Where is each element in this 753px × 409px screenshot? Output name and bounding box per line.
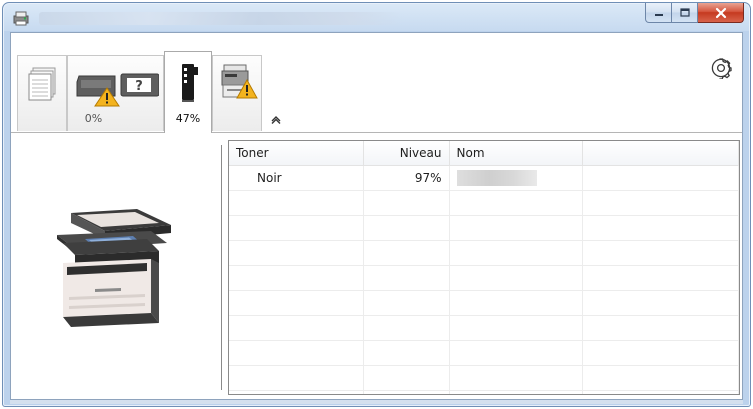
empty-cell bbox=[229, 390, 364, 394]
table-row[interactable]: Noir 97% bbox=[229, 165, 739, 191]
empty-table-row bbox=[229, 390, 739, 394]
empty-cell bbox=[582, 340, 739, 366]
window-bottom-edge bbox=[10, 400, 743, 404]
multifunction-printer-image bbox=[57, 209, 171, 327]
empty-cell bbox=[449, 340, 583, 366]
empty-cell bbox=[363, 315, 450, 341]
pane-divider[interactable] bbox=[221, 145, 222, 390]
empty-cell bbox=[582, 215, 739, 241]
empty-cell bbox=[449, 265, 583, 291]
status-tabs-toolbar: ? 0% 47% bbox=[11, 33, 742, 133]
close-button[interactable] bbox=[698, 3, 744, 23]
empty-cell bbox=[449, 390, 583, 394]
caption-buttons bbox=[645, 3, 744, 24]
empty-table-row bbox=[229, 215, 739, 241]
maximize-button[interactable] bbox=[672, 3, 698, 23]
printer-warning-icon bbox=[221, 64, 258, 99]
consumables-table: Toner Niveau Nom Noir 97% bbox=[228, 140, 740, 395]
empty-cell bbox=[229, 290, 364, 316]
empty-cell bbox=[363, 290, 450, 316]
table-filler-cell bbox=[582, 165, 739, 191]
empty-cell bbox=[449, 215, 583, 241]
empty-cell bbox=[229, 240, 364, 266]
minimize-icon bbox=[654, 13, 663, 16]
empty-cell bbox=[449, 190, 583, 216]
app-printer-icon bbox=[13, 11, 29, 26]
empty-cell bbox=[229, 215, 364, 241]
empty-table-row bbox=[229, 190, 739, 216]
toner-name-cell bbox=[449, 165, 583, 191]
app-window: ? 0% 47% Toner Niveau Nom Noir 97% bbox=[2, 2, 751, 407]
window-title bbox=[39, 12, 404, 25]
empty-cell bbox=[449, 365, 583, 391]
empty-cell bbox=[582, 240, 739, 266]
close-icon bbox=[715, 7, 726, 18]
column-header-level[interactable]: Niveau bbox=[363, 141, 450, 166]
empty-cell bbox=[582, 365, 739, 391]
empty-cell bbox=[229, 340, 364, 366]
empty-cell bbox=[363, 340, 450, 366]
empty-cell bbox=[449, 315, 583, 341]
empty-table-row bbox=[229, 240, 739, 266]
empty-cell bbox=[582, 315, 739, 341]
title-bar[interactable] bbox=[3, 3, 750, 33]
empty-cell bbox=[582, 190, 739, 216]
empty-cell bbox=[363, 390, 450, 394]
client-area: ? 0% 47% Toner Niveau Nom Noir 97% bbox=[10, 32, 743, 400]
column-header-toner[interactable]: Toner bbox=[229, 141, 364, 166]
tab-toner-level: 47% bbox=[175, 112, 201, 125]
minimize-button[interactable] bbox=[645, 3, 672, 23]
gear-icon[interactable] bbox=[710, 57, 732, 79]
toner-level-cell: 97% bbox=[363, 165, 450, 191]
empty-cell bbox=[229, 265, 364, 291]
toner-name-value bbox=[456, 170, 537, 186]
toner-cartridge-icon bbox=[182, 64, 198, 102]
column-header-name[interactable]: Nom bbox=[449, 141, 583, 166]
document-stack-icon bbox=[28, 67, 56, 101]
empty-cell bbox=[449, 290, 583, 316]
tab-toner[interactable]: 47% bbox=[164, 51, 212, 133]
empty-table-row bbox=[229, 315, 739, 341]
empty-cell bbox=[449, 240, 583, 266]
empty-table-row bbox=[229, 365, 739, 391]
empty-cell bbox=[229, 365, 364, 391]
toner-color-cell: Noir bbox=[229, 165, 364, 191]
maximize-icon bbox=[679, 7, 690, 17]
empty-cell bbox=[363, 265, 450, 291]
empty-table-row bbox=[229, 290, 739, 316]
empty-cell bbox=[229, 315, 364, 341]
tab-paper-level: 0% bbox=[84, 112, 103, 125]
empty-cell bbox=[363, 240, 450, 266]
empty-cell bbox=[582, 390, 739, 394]
empty-cell bbox=[363, 365, 450, 391]
empty-cell bbox=[363, 190, 450, 216]
empty-cell bbox=[582, 265, 739, 291]
tab-device[interactable] bbox=[212, 55, 262, 131]
table-header-row: Toner Niveau Nom bbox=[229, 141, 739, 166]
empty-cell bbox=[229, 190, 364, 216]
tab-paper[interactable]: ? 0% bbox=[67, 55, 164, 131]
toner-table: Toner Niveau Nom Noir 97% bbox=[229, 141, 739, 394]
empty-table-row bbox=[229, 265, 739, 291]
empty-cell bbox=[582, 290, 739, 316]
svg-text:?: ? bbox=[135, 79, 143, 94]
column-header-empty bbox=[582, 141, 739, 166]
chevron-up-icon[interactable] bbox=[270, 114, 282, 124]
empty-table-row bbox=[229, 340, 739, 366]
device-pane bbox=[11, 133, 221, 399]
empty-cell bbox=[363, 215, 450, 241]
paper-tray-warning-icon: ? bbox=[76, 73, 159, 107]
